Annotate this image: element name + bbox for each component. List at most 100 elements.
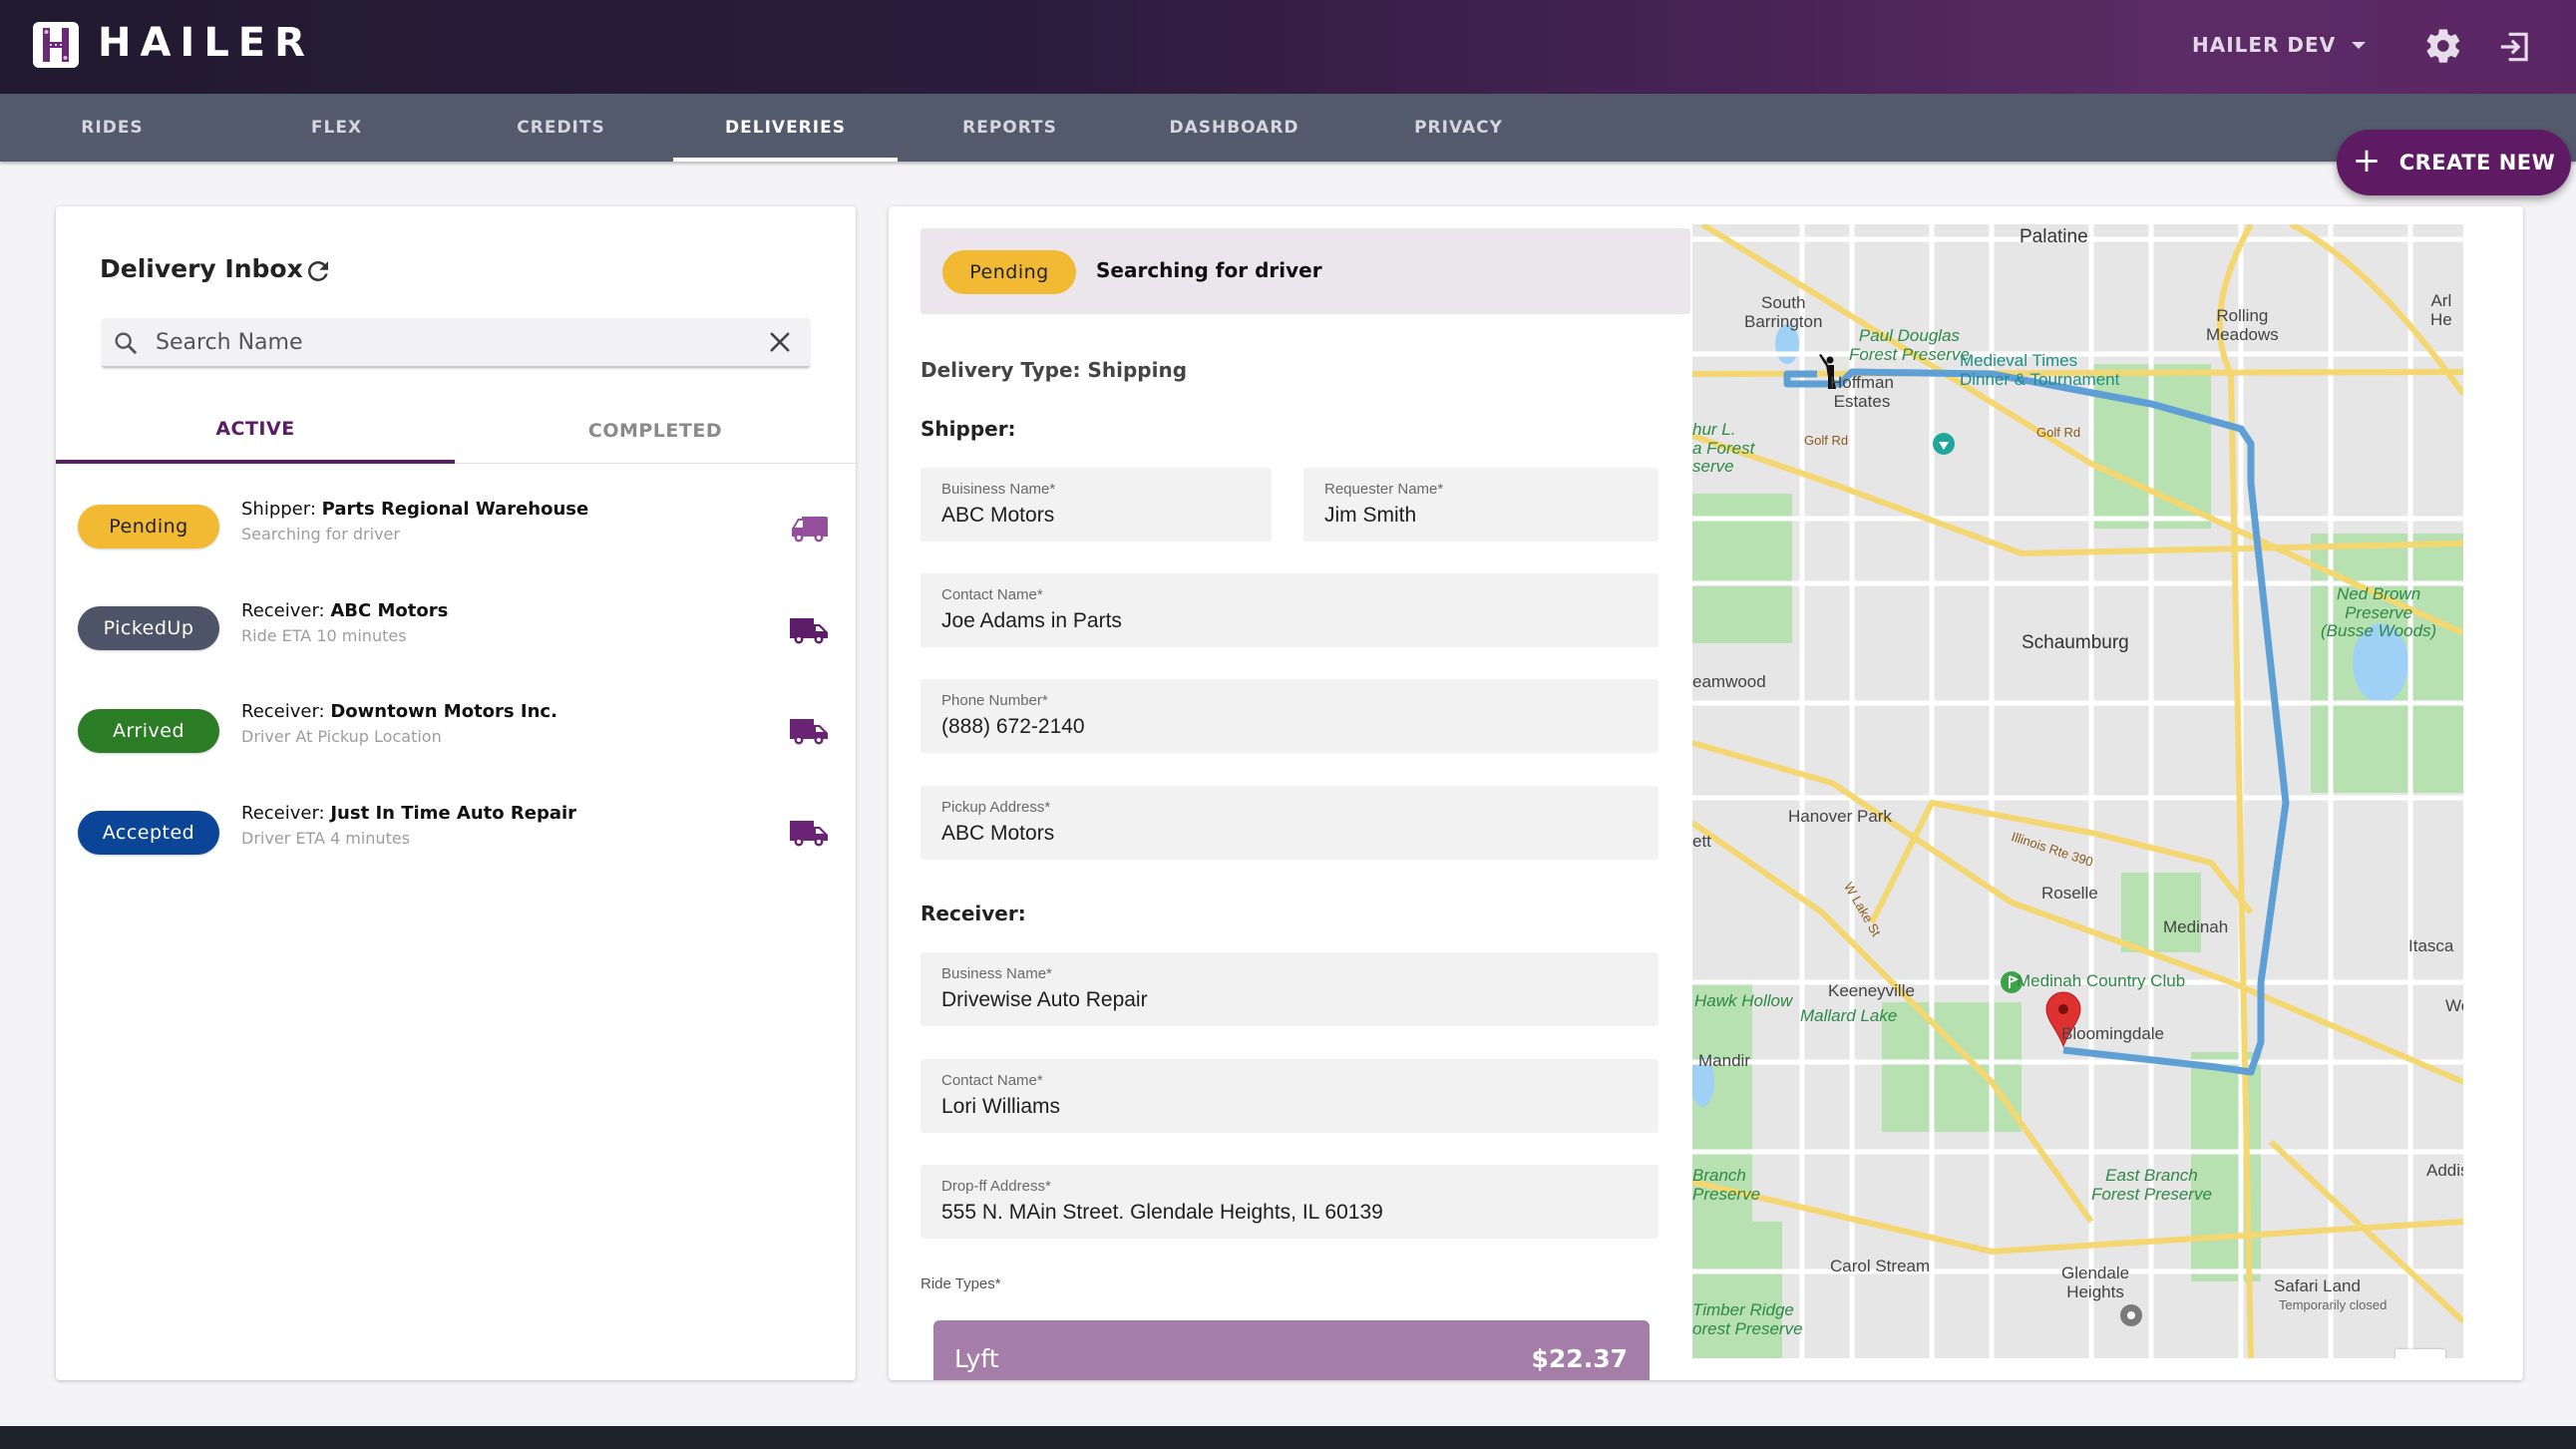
status-badge: Pending	[78, 505, 219, 548]
map-label: Mallard Lake	[1800, 1006, 1898, 1025]
map-label: Paul Douglas Forest Preserve	[1849, 326, 1970, 364]
phone-number-input[interactable]	[941, 715, 1650, 739]
truck-right-icon	[790, 821, 828, 847]
status-banner: Pending Searching for driver	[920, 228, 1690, 314]
logout-icon	[2500, 32, 2528, 62]
field-label: Contact Name*	[941, 1072, 1043, 1089]
field-label: Contact Name*	[941, 586, 1043, 603]
receiver-contact-name-field: Contact Name*	[920, 1059, 1658, 1133]
map-label: ett	[1692, 832, 1711, 851]
map-label: Medieval Times Dinner & Tournament	[1960, 351, 2120, 389]
map-canvas	[1692, 224, 2463, 1358]
item-title: Shipper: Parts Regional Warehouse	[241, 499, 588, 520]
item-name: Just In Time Auto Repair	[330, 803, 577, 824]
close-icon[interactable]	[766, 328, 794, 356]
map-label: Mandir	[1698, 1051, 1750, 1070]
create-new-label: CREATE NEW	[2398, 151, 2556, 175]
requester-name-input[interactable]	[1324, 504, 1650, 528]
settings-button[interactable]	[2423, 26, 2463, 66]
nav-tab-deliveries[interactable]: DELIVERIES	[673, 94, 898, 162]
item-role: Shipper:	[241, 499, 316, 520]
shipper-contact-name-field: Contact Name*	[920, 573, 1658, 647]
pickup-address-input[interactable]	[941, 822, 1650, 846]
map-label: South Barrington	[1744, 293, 1823, 331]
phone-number-field: Phone Number*	[920, 679, 1658, 753]
nav-tab-flex[interactable]: FLEX	[224, 94, 449, 162]
item-title: Receiver: Downtown Motors Inc.	[241, 701, 557, 722]
field-label: Buisiness Name*	[941, 481, 1056, 498]
truck-left-icon	[792, 517, 828, 543]
hailer-logo-icon[interactable]	[33, 22, 79, 68]
status-text: Searching for driver	[1096, 258, 1322, 282]
app-name: HAILER	[98, 20, 314, 66]
caret-down-icon	[2352, 41, 2367, 49]
shipper-contact-name-input[interactable]	[941, 609, 1650, 633]
field-label: Requester Name*	[1324, 481, 1444, 498]
nav-tab-credits[interactable]: CREDITS	[449, 94, 673, 162]
search-icon	[115, 332, 137, 354]
requester-name-field: Requester Name*	[1303, 468, 1658, 542]
receiver-heading: Receiver:	[920, 902, 1026, 925]
field-label: Pickup Address*	[941, 799, 1051, 816]
search-field	[102, 318, 810, 368]
list-item[interactable]: Pending Shipper: Parts Regional Warehous…	[56, 485, 856, 584]
list-item[interactable]: Accepted Receiver: Just In Time Auto Rep…	[56, 789, 856, 889]
shipper-business-name-input[interactable]	[941, 504, 1263, 528]
map-label: Rolling Meadows	[2206, 306, 2279, 344]
map-zoom-control[interactable]	[2395, 1349, 2445, 1358]
dropoff-address-input[interactable]	[941, 1201, 1650, 1225]
list-item[interactable]: PickedUp Receiver: ABC Motors Ride ETA 1…	[56, 586, 856, 686]
item-name: ABC Motors	[330, 600, 449, 621]
field-label: Drop-ff Address*	[941, 1178, 1051, 1195]
shipper-business-name-field: Buisiness Name*	[920, 468, 1272, 542]
logout-button[interactable]	[2496, 28, 2534, 66]
refresh-icon	[307, 260, 328, 281]
tab-completed[interactable]: COMPLETED	[455, 398, 856, 464]
ride-types-label: Ride Types*	[920, 1275, 1001, 1292]
camera-marker-icon	[2120, 1304, 2142, 1326]
map-label: Roselle	[2041, 884, 2098, 903]
map-label: Hawk Hollow	[1694, 991, 1793, 1010]
item-subtitle: Ride ETA 10 minutes	[241, 626, 407, 645]
map-label: Hanover Park	[1788, 807, 1892, 826]
map-label: Medinah Country Club	[2017, 971, 2186, 990]
status-badge: Pending	[942, 250, 1076, 294]
map-label: East Branch Forest Preserve	[2091, 1166, 2212, 1204]
nav-tab-reports[interactable]: REPORTS	[898, 94, 1122, 162]
nav-tab-dashboard[interactable]: DASHBOARD	[1122, 94, 1346, 162]
refresh-button[interactable]	[303, 256, 333, 286]
map-label: Temporarily closed	[2279, 1297, 2388, 1312]
create-new-button[interactable]: + CREATE NEW	[2337, 130, 2571, 195]
map-label: Timber Ridge orest Preserve	[1692, 1300, 1803, 1338]
delivery-inbox-panel: Delivery Inbox ACTIVE COMPLETED Pending …	[56, 206, 856, 1380]
plus-icon: +	[2352, 141, 2382, 181]
map-label: Branch Preserve	[1692, 1166, 1761, 1204]
ride-option-lyft[interactable]: Lyft $22.37	[933, 1320, 1650, 1380]
map-label: Keeneyville	[1828, 981, 1915, 1000]
account-dropdown[interactable]: HAILER DEV	[2192, 28, 2367, 62]
item-role: Receiver:	[241, 803, 325, 824]
map-label: Wo	[2445, 996, 2463, 1015]
map-label: Palatine	[2020, 226, 2088, 247]
map-label: Itasca	[2408, 936, 2454, 955]
route-map[interactable]: Palatine South Barrington Rolling Meadow…	[1692, 224, 2463, 1358]
item-name: Parts Regional Warehouse	[321, 499, 589, 520]
status-badge: PickedUp	[78, 606, 219, 650]
map-label: eamwood	[1692, 672, 1766, 691]
map-label: Ned Brown Preserve (Busse Woods)	[2321, 584, 2437, 641]
main-nav: RIDES FLEX CREDITS DELIVERIES REPORTS DA…	[0, 94, 2576, 162]
map-label: hur L. a Forest serve	[1692, 420, 1755, 477]
map-label: Bloomingdale	[2061, 1024, 2165, 1043]
tab-active[interactable]: ACTIVE	[56, 398, 455, 464]
item-role: Receiver:	[241, 600, 325, 621]
search-input[interactable]	[156, 323, 744, 361]
item-subtitle: Driver At Pickup Location	[241, 727, 442, 746]
receiver-business-name-input[interactable]	[941, 988, 1650, 1012]
nav-tab-privacy[interactable]: PRIVACY	[1346, 94, 1571, 162]
poi-marker-icon	[1933, 433, 1955, 455]
map-label: Medinah	[2163, 917, 2229, 936]
receiver-contact-name-input[interactable]	[941, 1095, 1650, 1119]
nav-tab-rides[interactable]: RIDES	[0, 94, 224, 162]
list-item[interactable]: Arrived Receiver: Downtown Motors Inc. D…	[56, 687, 856, 787]
shipper-heading: Shipper:	[920, 417, 1016, 441]
